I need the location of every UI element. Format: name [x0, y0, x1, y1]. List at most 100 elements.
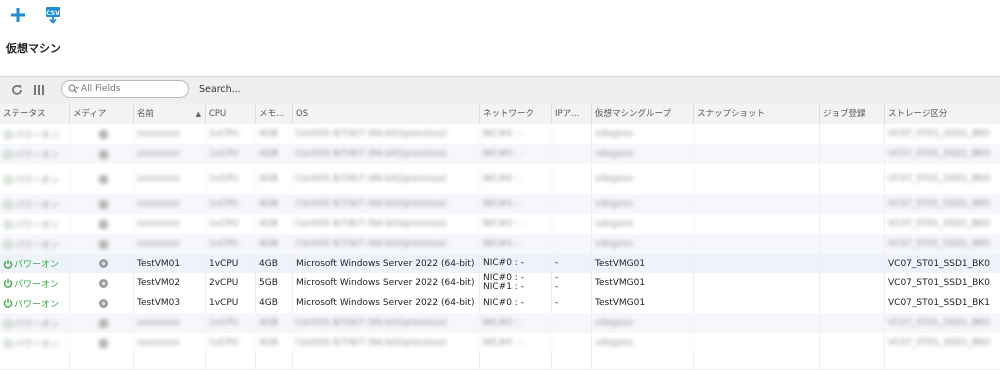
col-name[interactable]: 名前 ▲	[134, 104, 206, 124]
memory-cell: 4GB	[256, 194, 293, 214]
network-value: NIC#0 : -	[483, 199, 524, 209]
name-cell: xxxxxxxx	[134, 164, 206, 194]
memory-value: 4GB	[259, 318, 278, 328]
table-row[interactable]: パワーオン TestVM01 1vCPU 4GB Microsoft Windows S…	[0, 254, 1000, 274]
vm-group-cell: vdxgxxx	[592, 124, 694, 144]
table-row[interactable]	[0, 353, 1000, 370]
refresh-icon	[12, 85, 22, 95]
ip-cell	[552, 164, 592, 194]
search-input[interactable]	[79, 83, 183, 95]
table-row[interactable]: パワーオン TestVM02 2vCPU 5GB Microsoft Windows S…	[0, 273, 1000, 294]
col-os[interactable]: OS	[293, 104, 480, 124]
memory-cell: 4GB	[256, 313, 293, 333]
cpu-value: 1vCPU	[209, 318, 239, 328]
plus-icon	[11, 8, 25, 22]
name-cell: xxxxxxxx	[134, 234, 206, 254]
status-cell: パワーオン	[0, 234, 70, 254]
memory-cell: 5GB	[256, 273, 293, 293]
job-cell	[820, 164, 885, 194]
job-cell	[820, 313, 885, 333]
col-snapshot[interactable]: スナップショット	[694, 104, 820, 124]
os-value: Microsoft Windows Server 2022 (64-bit)	[296, 298, 475, 308]
col-network[interactable]: ネットワーク	[480, 104, 552, 124]
snapshot-cell	[694, 293, 820, 313]
status-cell: パワーオン	[0, 273, 70, 293]
empty-cell	[820, 353, 885, 369]
status-text: パワーオン	[14, 150, 60, 161]
empty-cell	[206, 353, 256, 369]
network-cell: NIC#0 : -	[480, 124, 552, 144]
col-job[interactable]: ジョブ登録	[820, 104, 885, 124]
columns-button[interactable]	[31, 82, 47, 98]
table-row[interactable]: パワーオン xxxxxxxx 1vCPU 4GB CentOS 8/7/6/7 (64-…	[0, 214, 1000, 235]
vm-group-cell: vdxgxxx	[592, 214, 694, 234]
job-cell	[820, 254, 885, 273]
memory-cell: 4GB	[256, 254, 293, 273]
grid-toolbar: Search...	[0, 76, 1000, 104]
table-row[interactable]: パワーオン xxxxxxxx 1vCPU 4GB CentOS 8/7/6/7 (64-…	[0, 124, 1000, 145]
col-vm-group[interactable]: 仮想マシングループ	[592, 104, 694, 124]
memory-cell: 4GB	[256, 234, 293, 254]
col-name-label: 名前	[137, 109, 155, 119]
table-row[interactable]: パワーオン xxxxxxxx 1vCPU 4GB CentOS 8/7/6/7 (64-…	[0, 194, 1000, 215]
table-row[interactable]: パワーオン xxxxxxxx 1vCPU 4GB CentOS 8/7/6/7 (64-…	[0, 333, 1000, 354]
network-cell: NIC#0 : - NIC#1 : -	[480, 273, 552, 293]
job-cell	[820, 214, 885, 234]
vm-group-value: vdxgxxx	[595, 129, 634, 139]
vm-name: xxxxxxxx	[137, 239, 180, 249]
network-cell: NIC#0 : -	[480, 313, 552, 333]
col-ip[interactable]: IPア...	[552, 104, 592, 124]
col-media[interactable]: メディア	[70, 104, 134, 124]
network-cell: NIC#0 : -	[480, 254, 552, 273]
storage-value: VC07_ST01_SSD1_BK0	[888, 174, 990, 184]
table-row[interactable]: パワーオン xxxxxxxx 1vCPU 4GB CentOS 8/7/6/7 (64-…	[0, 164, 1000, 195]
vm-name: xxxxxxxx	[137, 129, 180, 139]
ip-cell	[552, 124, 592, 144]
storage-value: VC07_ST01_SSD1_BK0	[888, 199, 990, 209]
cpu-value: 1vCPU	[209, 174, 239, 184]
table-row[interactable]: パワーオン xxxxxxxx 1vCPU 4GB CentOS 8/7/6/7 (64-…	[0, 234, 1000, 255]
col-storage[interactable]: ストレージ区分	[885, 104, 1000, 124]
storage-cell: VC07_ST01_SSD1_BK0	[885, 144, 1000, 164]
status-cell: パワーオン	[0, 214, 70, 234]
vm-group-cell: vdxgxxx	[592, 144, 694, 164]
job-cell	[820, 333, 885, 353]
status-text: パワーオン	[14, 175, 60, 186]
status-cell: パワーオン	[0, 293, 70, 313]
os-cell: Microsoft Windows Server 2022 (64-bit)	[293, 293, 480, 313]
status-cell: パワーオン	[0, 254, 70, 273]
table-row[interactable]: パワーオン xxxxxxxx 1vCPU 4GB CentOS 8/7/6/7 (64-…	[0, 313, 1000, 334]
memory-value: 4GB	[259, 219, 278, 229]
search-field[interactable]	[61, 80, 189, 98]
cpu-cell: 1vCPU	[206, 313, 256, 333]
memory-value: 4GB	[259, 258, 278, 269]
cpu-cell: 1vCPU	[206, 293, 256, 313]
refresh-button[interactable]	[9, 82, 25, 98]
cpu-cell: 1vCPU	[206, 144, 256, 164]
os-value: Microsoft Windows Server 2022 (64-bit)	[296, 258, 475, 269]
csv-export-button[interactable]: CSV	[44, 6, 62, 24]
status-text: パワーオン	[14, 240, 60, 251]
sort-asc-icon: ▲	[195, 110, 201, 118]
table-row[interactable]: パワーオン TestVM03 1vCPU 4GB Microsoft Windows S…	[0, 293, 1000, 314]
add-button[interactable]	[9, 6, 27, 24]
columns-icon	[34, 85, 44, 95]
os-cell: CentOS 8/7/6/7 (64-bit)(previous)	[293, 234, 480, 254]
status-cell: パワーオン	[0, 194, 70, 214]
job-cell	[820, 293, 885, 313]
network-value: NIC#0 : -	[483, 318, 524, 328]
vm-group-cell: vdxgxxx	[592, 313, 694, 333]
ip-cell	[552, 333, 592, 353]
vm-group-value: vdxgxxx	[595, 239, 634, 249]
media-disk-icon	[99, 174, 108, 184]
col-cpu[interactable]: CPU	[206, 104, 256, 124]
col-memory[interactable]: メモ...	[256, 104, 293, 124]
vm-group-value: TestVMG01	[595, 298, 646, 308]
vm-name: TestVM02	[137, 278, 181, 288]
table-row[interactable]: パワーオン xxxxxxxx 1vCPU 4GB CentOS 8/7/6/7 (64-…	[0, 144, 1000, 165]
search-button[interactable]: Search...	[199, 84, 241, 95]
power-on-icon	[3, 318, 13, 328]
os-value: CentOS 8/7/6/7 (64-bit)(previous)	[296, 338, 447, 348]
col-status[interactable]: ステータス	[0, 104, 70, 124]
snapshot-cell	[694, 273, 820, 293]
